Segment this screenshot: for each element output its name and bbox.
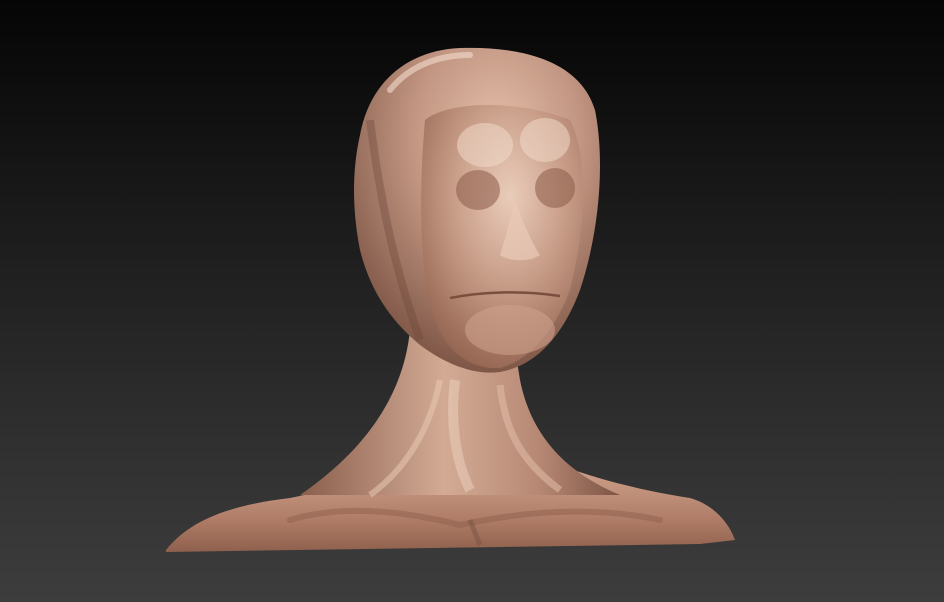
- viewport-canvas[interactable]: [0, 0, 944, 602]
- bust-eye-socket-right: [535, 168, 575, 208]
- bust-brow-right: [520, 118, 570, 162]
- 3d-viewport[interactable]: [0, 0, 944, 602]
- bust-eye-socket-left: [456, 170, 500, 210]
- bust-brow-left: [457, 123, 513, 167]
- bust-chin: [465, 305, 555, 355]
